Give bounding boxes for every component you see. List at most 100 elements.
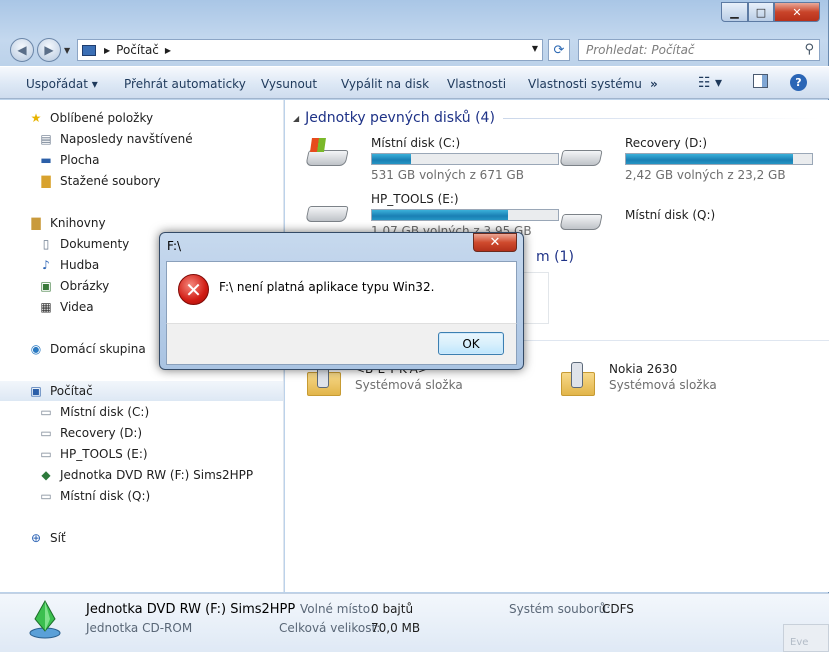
free-space-label: Volné místo: [300,602,375,616]
view-options-icon[interactable]: ☷ ▾ [698,75,722,91]
search-input[interactable]: Prohledat: Počítač ⚲ [578,39,820,61]
properties-button[interactable]: Vlastnosti [447,77,506,91]
refresh-button[interactable]: ⟳ [548,39,570,61]
sidebar-item-drive-c[interactable]: ▭ Místní disk (C:) [0,402,283,422]
file-system-label: Systém souborů: [509,602,611,616]
group-header-hard-drives[interactable]: ◢ Jednotky pevných disků (4) [293,109,819,127]
sidebar-item-label: Počítač [50,384,93,398]
address-dropdown-icon[interactable]: ▼ [532,44,538,53]
breadcrumb-separator[interactable]: ▶ [165,46,171,55]
drive-usage-bar [625,153,813,165]
sidebar-item-label: Jednotka DVD RW (F:) Sims2HPP [60,468,254,482]
dialog-body: ✕ F:\ není platná aplikace typu Win32. [166,261,517,323]
help-icon[interactable]: ? [790,74,807,91]
total-size-label: Celková velikost: [279,621,381,635]
windows-drive-icon [303,138,349,172]
sidebar-item-favorites[interactable]: ★ Oblíbené položky [0,108,283,128]
breadcrumb-separator[interactable]: ▶ [104,46,110,55]
sidebar-item-label: Síť [50,531,66,545]
drive-free-space: 2,42 GB volných z 23,2 GB [625,168,786,182]
error-dialog: F:\ ✕ ✕ F:\ není platná aplikace typu Wi… [159,232,524,370]
sidebar-item-network[interactable]: ⊕ Síť [0,528,283,548]
sidebar-item-libraries[interactable]: ▇ Knihovny [0,213,283,233]
bluetooth-phone-folder-icon [557,362,599,398]
burn-button[interactable]: Vypálit na disk [341,77,429,91]
drive-name: Místní disk (C:) [371,136,461,150]
drive-name: Recovery (D:) [625,136,708,150]
file-system-value: CDFS [602,602,634,616]
sidebar-item-label: Knihovny [50,216,106,230]
drive-usage-fill [372,154,412,164]
error-icon: ✕ [178,274,209,305]
dialog-message: F:\ není platná aplikace typu Win32. [219,280,435,294]
sidebar-item-drive-d[interactable]: ▭ Recovery (D:) [0,423,283,443]
sidebar-item-desktop[interactable]: ▬ Plocha [0,150,283,170]
details-type: Jednotka CD-ROM [86,621,193,635]
address-bar[interactable]: ▶ Počítač ▶ ▼ [77,39,543,61]
drive-item-d[interactable]: Recovery (D:) 2,42 GB volných z 23,2 GB [555,136,813,184]
sidebar-item-label: Místní disk (Q:) [60,489,151,503]
back-button[interactable]: ◀ [10,38,34,62]
sidebar-item-drive-e[interactable]: ▭ HP_TOOLS (E:) [0,444,283,464]
navigation-bar: ◀ ▶ ▼ ▶ Počítač ▶ ▼ ⟳ Prohledat: Počítač… [0,34,829,64]
pictures-icon: ▣ [40,279,52,293]
drive-usage-bar [371,209,559,221]
dialog-footer: OK [166,323,517,365]
star-icon: ★ [30,111,42,125]
sidebar-item-label: Stažené soubory [60,174,161,188]
dvd-drive-icon: ◆ [41,468,51,482]
drive-icon: ▭ [40,489,52,503]
collapse-icon[interactable]: ◢ [293,114,299,123]
drive-item-q[interactable]: Místní disk (Q:) [555,208,805,256]
search-placeholder: Prohledat: Počítač [586,43,695,57]
sidebar-item-drive-q[interactable]: ▭ Místní disk (Q:) [0,486,283,506]
sidebar-item-label: Plocha [60,153,100,167]
libraries-icon: ▇ [31,216,41,230]
group-header-removable-partial[interactable]: m (1) [536,249,574,265]
drive-item-c[interactable]: Místní disk (C:) 531 GB volných z 671 GB [301,136,559,184]
dialog-title: F:\ [167,239,182,253]
system-drive-icon: ▭ [40,405,52,419]
breadcrumb-computer[interactable]: Počítač [116,43,159,57]
forward-button[interactable]: ▶ [37,38,61,62]
dvd-drive-icon [28,599,62,639]
caption-buttons: ▁ □ ✕ [721,2,820,22]
drive-name: Místní disk (Q:) [625,208,716,222]
eject-button[interactable]: Vysunout [261,77,317,91]
search-icon[interactable]: ⚲ [804,42,814,57]
drive-icon: ▭ [40,447,52,461]
organize-button[interactable]: Uspořádat ▾ [26,77,98,91]
minimize-button[interactable]: ▁ [721,2,748,22]
ok-button[interactable]: OK [438,332,504,355]
sidebar-item-label: Videa [60,300,94,314]
device-type: Systémová složka [355,378,463,392]
group-divider [503,118,819,119]
dialog-close-button[interactable]: ✕ [473,233,517,252]
sidebar-item-recent[interactable]: ▤ Naposledy navštívené [0,129,283,149]
refresh-icon: ⟳ [553,42,565,58]
recent-places-icon: ▤ [40,132,52,146]
recent-pages-dropdown-icon[interactable]: ▼ [64,46,70,55]
details-title: Jednotka DVD RW (F:) Sims2HPP [86,602,296,617]
sidebar-item-label: Domácí skupina [50,342,146,356]
sidebar-item-label: Obrázky [60,279,110,293]
sidebar-item-computer[interactable]: ▣ Počítač [0,381,283,401]
sidebar-item-downloads[interactable]: ▇ Stažené soubory [0,171,283,191]
system-properties-button[interactable]: Vlastnosti systému [528,77,642,91]
close-button[interactable]: ✕ [774,2,820,22]
preview-pane-icon[interactable] [753,74,768,88]
watermark: Eve [783,624,829,652]
maximize-button[interactable]: □ [748,2,774,22]
drive-icon [557,144,603,172]
device-item-nokia[interactable]: Nokia 2630 Systémová složka [557,362,757,402]
sidebar-item-label: Oblíbené položky [50,111,154,125]
desktop-icon: ▬ [40,153,52,167]
sidebar-item-label: Místní disk (C:) [60,405,150,419]
group-header-label: Jednotky pevných disků (4) [305,110,495,126]
autoplay-button[interactable]: Přehrát automaticky [124,77,246,91]
computer-icon [82,44,96,56]
more-commands-button[interactable]: » [650,77,658,91]
videos-icon: ▦ [40,300,52,314]
total-size-value: 70,0 MB [371,621,421,635]
sidebar-item-drive-f[interactable]: ◆ Jednotka DVD RW (F:) Sims2HPP [0,465,283,485]
